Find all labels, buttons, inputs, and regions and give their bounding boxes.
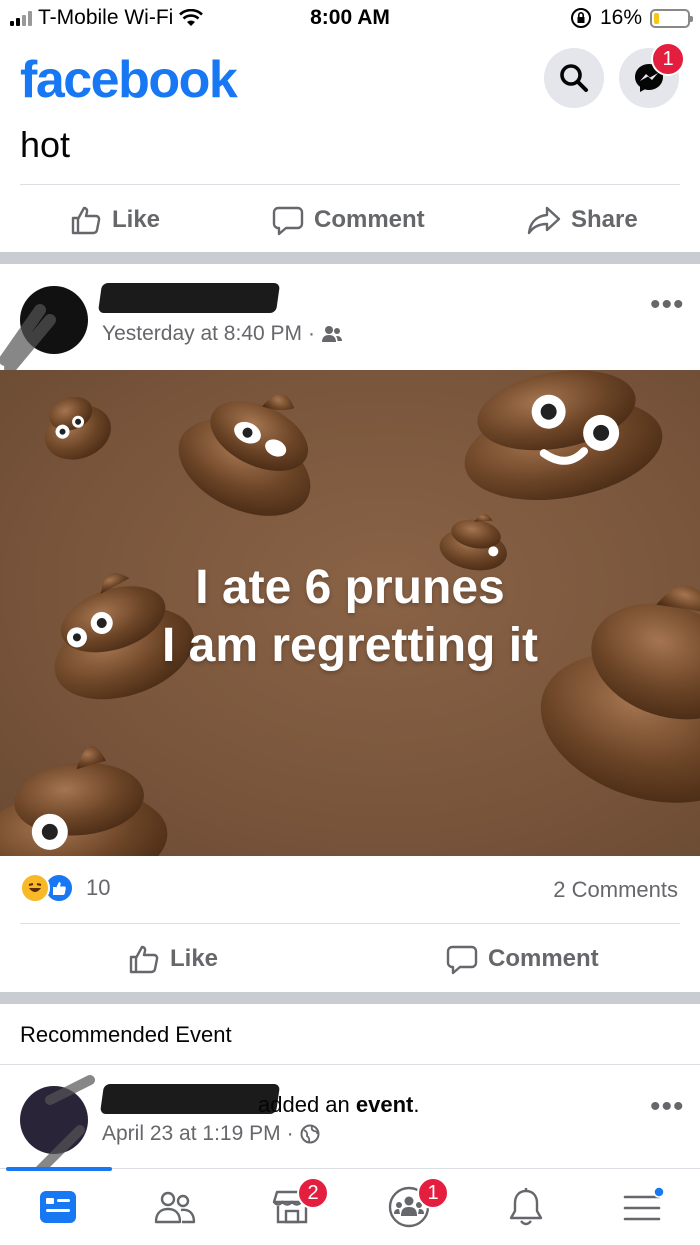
news-feed-icon bbox=[40, 1191, 76, 1223]
reactions-summary[interactable]: 10 bbox=[20, 873, 110, 903]
post-meta: Yesterday at 8:40 PM · bbox=[102, 322, 343, 346]
tab-menu[interactable] bbox=[593, 1169, 693, 1245]
marketplace-badge: 2 bbox=[297, 1177, 329, 1209]
redaction-scribble bbox=[35, 1075, 95, 1175]
meta-dot: · bbox=[308, 322, 316, 345]
tab-news-feed[interactable] bbox=[8, 1169, 108, 1245]
share-icon bbox=[527, 206, 561, 235]
post-actions: Like Comment bbox=[0, 927, 700, 991]
like-label: Like bbox=[112, 206, 161, 233]
redaction-scribble bbox=[0, 304, 56, 370]
status-bar: T-Mobile Wi-Fi 8:00 AM 16% bbox=[0, 0, 700, 36]
more-options-icon[interactable]: ••• bbox=[650, 288, 685, 322]
like-button[interactable]: Like bbox=[128, 927, 218, 991]
search-icon bbox=[560, 64, 588, 92]
app-header: facebook 1 bbox=[0, 40, 700, 120]
section-label: Recommended Event bbox=[20, 1022, 232, 1047]
post-actions: Like Comment Share bbox=[0, 188, 700, 252]
event-timestamp[interactable]: April 23 at 1:19 PM bbox=[102, 1122, 281, 1146]
friends-icon bbox=[322, 326, 343, 342]
event-meta: April 23 at 1:19 PM · bbox=[102, 1122, 320, 1146]
image-caption-line-2: I am regretting it bbox=[161, 619, 539, 672]
image-caption-line-1: I ate 6 prunes bbox=[195, 561, 505, 614]
comment-label: Comment bbox=[314, 206, 425, 233]
friends-icon bbox=[154, 1191, 196, 1224]
groups-badge: 1 bbox=[417, 1177, 449, 1209]
feed-separator bbox=[0, 252, 700, 264]
reaction-count: 10 bbox=[86, 875, 111, 900]
messenger-button[interactable]: 1 bbox=[619, 42, 685, 108]
comments-count[interactable]: 2 Comments bbox=[553, 877, 678, 903]
divider bbox=[20, 923, 680, 924]
tab-groups[interactable]: 1 bbox=[359, 1169, 459, 1245]
comment-label: Comment bbox=[488, 945, 599, 972]
post-image[interactable]: I ate 6 prunes I am regretting it bbox=[0, 370, 700, 856]
bottom-nav: 2 1 bbox=[0, 1167, 700, 1245]
thumbs-up-icon bbox=[71, 206, 101, 235]
post-text: hot bbox=[20, 124, 71, 165]
search-button[interactable] bbox=[544, 48, 604, 108]
battery-percent: 16% bbox=[599, 6, 642, 29]
feed-separator bbox=[0, 992, 700, 1004]
comment-button[interactable]: Comment bbox=[272, 188, 425, 252]
divider bbox=[20, 184, 680, 185]
tab-marketplace[interactable]: 2 bbox=[242, 1169, 342, 1245]
haha-reaction-icon bbox=[20, 873, 50, 903]
comment-button[interactable]: Comment bbox=[446, 927, 599, 991]
meta-dot: · bbox=[286, 1122, 294, 1145]
post-timestamp[interactable]: Yesterday at 8:40 PM bbox=[102, 322, 302, 346]
like-label: Like bbox=[170, 945, 219, 972]
author-name-redacted[interactable] bbox=[97, 283, 281, 313]
battery-icon bbox=[650, 8, 693, 28]
status-right: 16% bbox=[570, 6, 693, 30]
activity-end: . bbox=[413, 1092, 420, 1117]
share-label: Share bbox=[571, 206, 638, 233]
menu-icon bbox=[623, 1187, 665, 1221]
comment-icon bbox=[446, 945, 478, 975]
facebook-logo[interactable]: facebook bbox=[20, 50, 238, 110]
like-button[interactable]: Like bbox=[70, 188, 160, 252]
event-author-name-redacted[interactable] bbox=[99, 1084, 281, 1114]
activity-object[interactable]: event bbox=[356, 1092, 413, 1117]
share-button[interactable]: Share bbox=[527, 188, 638, 252]
tab-friends[interactable] bbox=[125, 1169, 225, 1245]
divider bbox=[0, 1064, 700, 1065]
activity-text: added an bbox=[258, 1092, 356, 1117]
messenger-badge: 1 bbox=[651, 42, 685, 76]
comment-icon bbox=[272, 206, 304, 236]
tab-notifications[interactable] bbox=[476, 1169, 576, 1245]
event-activity: added an event. bbox=[258, 1092, 419, 1118]
globe-icon bbox=[300, 1124, 320, 1144]
bell-icon bbox=[509, 1188, 543, 1226]
orientation-lock-icon bbox=[570, 8, 591, 28]
more-options-icon[interactable]: ••• bbox=[650, 1090, 685, 1124]
thumbs-up-icon bbox=[129, 945, 159, 974]
